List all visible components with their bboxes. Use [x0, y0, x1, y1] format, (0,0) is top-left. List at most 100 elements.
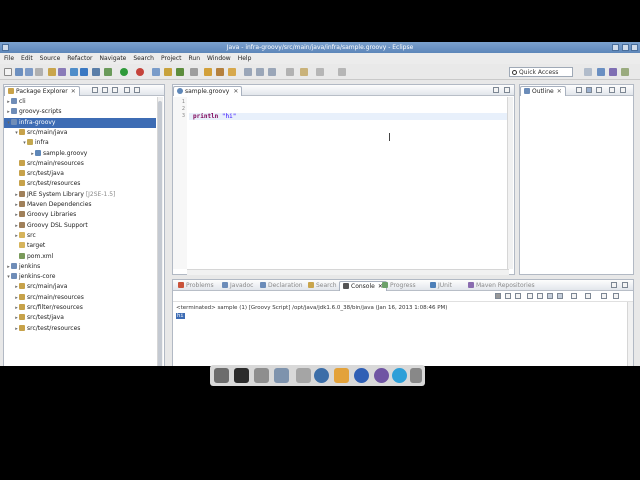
groovy-icon[interactable] [92, 68, 100, 76]
view-menu-icon[interactable] [112, 87, 118, 93]
format-icon[interactable] [300, 68, 308, 76]
close-icon[interactable] [631, 44, 638, 51]
tree-item[interactable]: ▸ Maven Dependencies [4, 200, 156, 210]
sort-icon[interactable] [576, 87, 582, 93]
close-editor-icon[interactable]: ✕ [233, 88, 238, 95]
minimize-icon[interactable] [612, 44, 619, 51]
new-icon[interactable] [4, 68, 12, 76]
link-editor-icon[interactable] [102, 87, 108, 93]
editor-maximize-icon[interactable] [504, 87, 510, 93]
navigate-forward-icon[interactable] [338, 68, 346, 76]
tree-item[interactable]: ▸ src/test/java [4, 313, 156, 323]
tree-item[interactable]: ▸ JRE System Library [J2SE-1.5] [4, 190, 156, 200]
open-task-icon[interactable] [204, 68, 212, 76]
new-class-icon[interactable] [176, 68, 184, 76]
word-wrap-icon[interactable] [557, 293, 563, 299]
close-outline-icon[interactable]: ✕ [557, 88, 562, 95]
terminal-icon[interactable] [234, 368, 249, 383]
remove-all-icon[interactable] [515, 293, 521, 299]
tree-item[interactable]: ▾ src/main/java [4, 128, 156, 138]
debug-perspective-icon[interactable] [609, 68, 617, 76]
navigate-back-icon[interactable] [316, 68, 324, 76]
external-tools-icon[interactable] [136, 68, 144, 76]
menu-run[interactable]: Run [189, 55, 201, 62]
pin-console-icon[interactable] [547, 293, 553, 299]
forward-icon[interactable] [268, 68, 276, 76]
hide-static-icon[interactable] [596, 87, 602, 93]
tree-item[interactable]: ▸ Groovy Libraries [4, 210, 156, 220]
groovy-perspective-icon[interactable] [621, 68, 629, 76]
tab-sample-groovy[interactable]: sample.groovy ✕ [173, 86, 243, 96]
clear-console-icon[interactable] [527, 293, 533, 299]
bottom-minimize-icon[interactable] [611, 282, 617, 288]
menu-project[interactable]: Project [161, 55, 182, 62]
tab-declaration[interactable]: Declaration [257, 281, 306, 291]
tree-item[interactable]: target [4, 241, 156, 251]
tree-item[interactable]: ▸ src/main/java [4, 282, 156, 292]
bottom-maximize-icon[interactable] [622, 282, 628, 288]
debug-icon[interactable] [104, 68, 112, 76]
window-menu-icon[interactable] [2, 44, 9, 51]
tree-item[interactable]: pom.xml [4, 252, 156, 262]
close-tab-icon[interactable]: ✕ [71, 88, 76, 95]
save-icon[interactable] [15, 68, 23, 76]
tree-item[interactable]: ▾ jenkins-core [4, 272, 156, 282]
tab-package-explorer[interactable]: Package Explorer ✕ [4, 86, 80, 96]
open-console-icon[interactable] [585, 293, 591, 299]
tree-item[interactable]: ▸ Groovy DSL Support [4, 221, 156, 231]
thunderbird-icon[interactable] [354, 368, 369, 383]
new-java-project-icon[interactable] [152, 68, 160, 76]
menu-window[interactable]: Window [207, 55, 231, 62]
terminate-icon[interactable] [495, 293, 501, 299]
collapse-all-icon[interactable] [92, 87, 98, 93]
debug-config-icon[interactable] [70, 68, 78, 76]
tab-maven-repositories[interactable]: Maven Repositories [465, 281, 538, 291]
tab-search[interactable]: Search [305, 281, 340, 291]
search-icon[interactable] [190, 68, 198, 76]
archive-icon[interactable] [254, 368, 269, 383]
tree-item[interactable]: ▸ groovy-scripts [4, 107, 156, 117]
outline-minimize-icon[interactable] [609, 87, 615, 93]
tree-item[interactable]: ▸ jenkins [4, 262, 156, 272]
build-icon[interactable] [58, 68, 66, 76]
explorer-scrollbar[interactable] [157, 97, 163, 366]
menu-navigate[interactable]: Navigate [99, 55, 126, 62]
print-icon[interactable] [35, 68, 43, 76]
pin-editor-icon[interactable] [286, 68, 294, 76]
code-area[interactable]: println "hi" [189, 97, 507, 269]
annotation-icon[interactable] [216, 68, 224, 76]
tree-item[interactable]: ▸ src/test/resources [4, 324, 156, 334]
java-perspective-icon[interactable] [597, 68, 605, 76]
maximize-view-icon[interactable] [134, 87, 140, 93]
menu-file[interactable]: File [4, 55, 14, 62]
maximize-icon[interactable] [622, 44, 629, 51]
tab-junit[interactable]: JUnit [427, 281, 455, 291]
editor-hscrollbar[interactable] [187, 269, 509, 275]
menu-edit[interactable]: Edit [21, 55, 33, 62]
tab-outline[interactable]: Outline ✕ [520, 86, 566, 96]
tree-item[interactable]: src/test/java [4, 169, 156, 179]
scroll-lock-icon[interactable] [537, 293, 543, 299]
tree-item[interactable]: ▸ sample.groovy [4, 149, 156, 159]
skype-icon[interactable] [392, 368, 407, 383]
menu-source[interactable]: Source [40, 55, 61, 62]
tools-icon[interactable] [334, 368, 349, 383]
file-manager-icon[interactable] [214, 368, 229, 383]
tab-progress[interactable]: Progress [379, 281, 419, 291]
last-edit-icon[interactable] [244, 68, 252, 76]
console-maximize-icon[interactable] [613, 293, 619, 299]
console-vscrollbar[interactable] [627, 302, 633, 366]
tree-item[interactable]: ▸ cli [4, 97, 156, 107]
browser-icon[interactable] [314, 368, 329, 383]
skip-breakpoints-icon[interactable] [80, 68, 88, 76]
back-icon[interactable] [256, 68, 264, 76]
menu-refactor[interactable]: Refactor [67, 55, 92, 62]
remove-launch-icon[interactable] [505, 293, 511, 299]
open-type-icon[interactable] [48, 68, 56, 76]
editor-vscrollbar[interactable] [507, 97, 513, 269]
eclipse-icon[interactable] [374, 368, 389, 383]
run-icon[interactable] [120, 68, 128, 76]
console-minimize-icon[interactable] [601, 293, 607, 299]
tree-item[interactable]: ▸ src/filter/resources [4, 303, 156, 313]
search-app-icon[interactable] [274, 368, 289, 383]
